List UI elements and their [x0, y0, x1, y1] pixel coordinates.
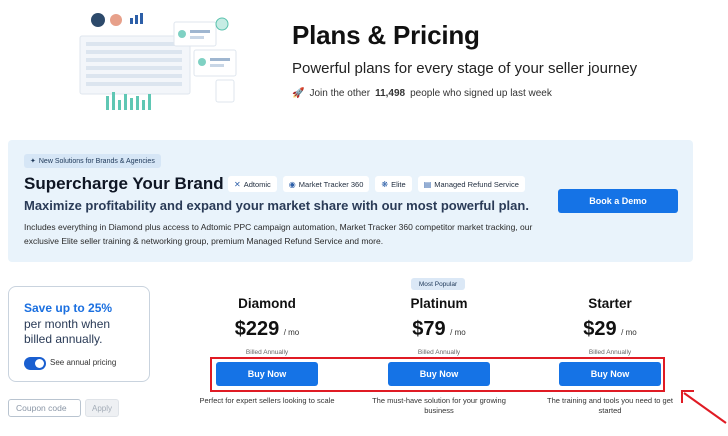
coupon-code-input[interactable] — [8, 399, 81, 417]
product-list: ✕ Adtomic ◉ Market Tracker 360 ❋ Elite ▤… — [228, 176, 525, 192]
promo-banner: ✦ New Solutions for Brands & Agencies Su… — [8, 140, 693, 262]
product-chip-market-tracker: ◉ Market Tracker 360 — [282, 176, 370, 192]
price-amount: $29 — [583, 318, 617, 340]
apply-coupon-button[interactable]: Apply — [85, 399, 119, 417]
social-suffix: people who signed up last week — [410, 88, 552, 99]
page-title: Plans & Pricing — [292, 20, 480, 50]
billing-note: Billed Annually — [417, 349, 461, 356]
new-solutions-badge: ✦ New Solutions for Brands & Agencies — [24, 154, 161, 168]
adtomic-icon: ✕ — [234, 179, 241, 189]
price-amount: $229 — [234, 318, 280, 340]
price-period: / mo — [450, 328, 466, 337]
product-chip-elite: ❋ Elite — [375, 176, 412, 192]
elite-icon: ❋ — [381, 179, 389, 189]
plan-name: Diamond — [238, 296, 296, 311]
annual-pricing-toggle[interactable] — [24, 357, 46, 370]
annual-pricing-label: See annual pricing — [50, 358, 117, 367]
social-prefix: Join the other — [309, 88, 371, 99]
price-period: / mo — [283, 328, 300, 337]
billing-note: Billed Annually — [588, 349, 632, 356]
product-label: Adtomic — [243, 179, 271, 189]
product-chip-adtomic: ✕ Adtomic — [228, 176, 277, 192]
social-proof: 🚀 Join the other 11,498 people who signe… — [292, 88, 552, 99]
plan-price: $29 / mo — [535, 318, 685, 341]
page-subtitle: Powerful plans for every stage of your s… — [292, 60, 638, 77]
product-label: Market Tracker 360 — [298, 179, 364, 189]
plan-description: The must-have solution for your growing … — [372, 396, 506, 415]
product-label: Elite — [391, 179, 406, 189]
rocket-icon: 🚀 — [292, 88, 305, 99]
promo-headline: Maximize profitability and expand your m… — [24, 198, 529, 213]
avatar-icon — [91, 13, 105, 27]
most-popular-badge: Most Popular — [411, 278, 465, 290]
product-label: Managed Refund Service — [434, 179, 519, 189]
annotation-arrow-icon — [681, 390, 727, 424]
plan-description: The training and tools you need to get s… — [547, 396, 673, 415]
book-demo-button[interactable]: Book a Demo — [558, 189, 678, 213]
promo-title: Supercharge Your Brand — [24, 174, 224, 193]
toggle-knob — [35, 359, 44, 368]
billing-note: Billed Annually — [245, 349, 289, 356]
plan-name: Platinum — [410, 296, 468, 311]
product-chip-refund-service: ▤ Managed Refund Service — [417, 176, 525, 192]
sparkle-icon: ✦ — [30, 158, 36, 165]
price-period: / mo — [621, 328, 637, 337]
plan-name: Starter — [588, 296, 632, 311]
highlight-annotation-box — [210, 357, 665, 392]
plan-description: Perfect for expert sellers looking to sc… — [199, 396, 335, 405]
market-tracker-icon: ◉ — [288, 179, 296, 189]
savings-percent: Save up to 25% — [24, 301, 113, 315]
badge-label: New Solutions for Brands & Agencies — [38, 157, 155, 165]
promo-description: Includes everything in Diamond plus acce… — [24, 222, 533, 246]
avatar-icon — [110, 14, 122, 26]
signup-count: 11,498 — [375, 88, 406, 99]
annual-savings-card: Save up to 25% per month when billed ann… — [8, 286, 150, 382]
plan-price: $229 / mo — [192, 318, 342, 341]
price-amount: $79 — [412, 318, 446, 340]
savings-text: per month when billed annually. — [24, 317, 111, 346]
hero-illustration — [79, 13, 237, 110]
plan-price: $79 / mo — [364, 318, 514, 341]
refund-service-icon: ▤ — [423, 179, 432, 189]
